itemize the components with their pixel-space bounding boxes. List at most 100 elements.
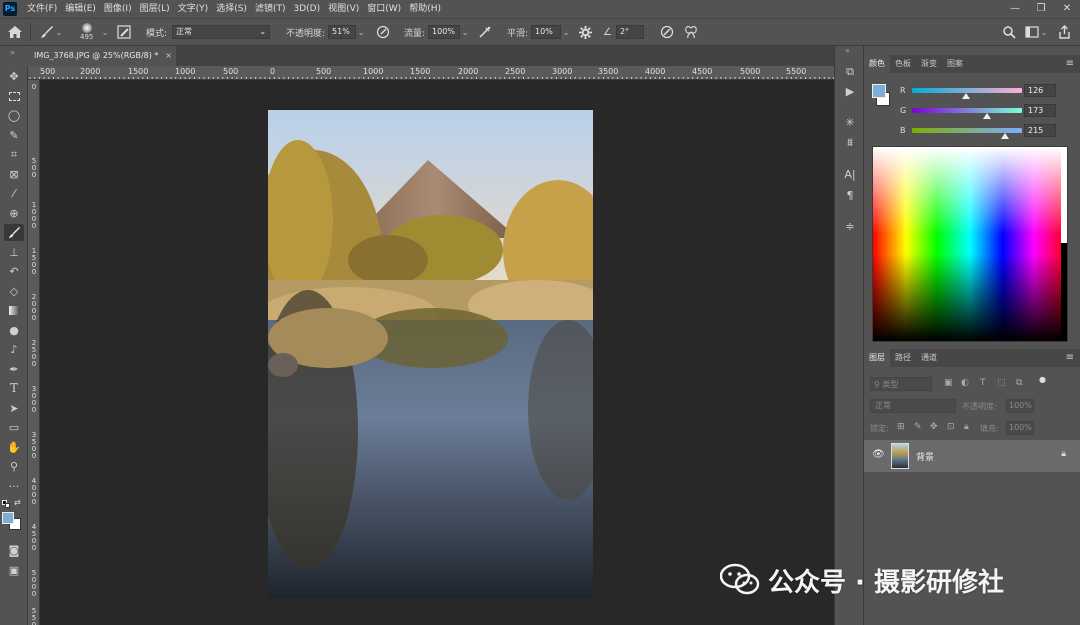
menu-type[interactable]: 文字(Y) [174,0,213,18]
menu-3d[interactable]: 3D(D) [289,0,324,18]
menu-view[interactable]: 视图(V) [324,0,363,18]
chevron-down-icon[interactable]: ⌄ [356,28,366,37]
share-button[interactable] [1058,19,1071,45]
chevron-down-icon[interactable]: ⌄ [460,28,470,37]
panel-menu-icon[interactable]: ≡ [1066,349,1074,367]
type-tool[interactable]: T [4,380,24,397]
tab-paths[interactable]: 路径 [890,349,916,367]
blue-slider-knob[interactable] [1000,133,1009,139]
menu-select[interactable]: 选择(S) [212,0,251,18]
fill-input[interactable]: 100% [1006,421,1034,435]
lock-transparency-icon[interactable]: ⊞ [897,422,905,432]
lock-all-icon[interactable]: 🔒︎ [964,422,969,432]
pressure-size-button[interactable] [660,19,674,45]
image-filter-icon[interactable]: ▣ [944,378,953,388]
type-filter-icon[interactable]: T [980,378,986,388]
clone-stamp-tool[interactable]: ⊥ [4,244,24,261]
menu-layer[interactable]: 图层(L) [136,0,174,18]
artboard-lock-icon[interactable]: ⊡ [947,422,955,432]
chevron-down-icon[interactable]: ⌄ [561,28,571,37]
layer-name[interactable]: 背景 [916,450,934,463]
blue-value-input[interactable]: 215 [1024,124,1056,137]
eyedropper-tool[interactable]: ⁄ [4,185,24,202]
menu-help[interactable]: 帮助(H) [405,0,445,18]
move-tool[interactable]: ✥ [4,68,24,85]
paragraph-panel-button[interactable]: ¶ [840,187,860,205]
eye-icon[interactable]: 👁︎ [872,449,885,460]
mode-select[interactable]: 正常 ⌄ [172,25,271,39]
marquee-tool[interactable] [4,88,24,105]
chevron-down-icon[interactable]: ⌄ [100,28,110,37]
lock-pixels-icon[interactable]: ✎ [914,422,922,432]
history-brush-tool[interactable]: ↶ [4,263,24,280]
lasso-tool[interactable]: ◯ [4,107,24,124]
character-panel-button[interactable]: A| [840,166,860,184]
photo-image[interactable] [268,110,593,598]
flow-input[interactable]: 100% [428,25,461,39]
minimize-button[interactable]: — [1002,0,1028,18]
collapse-arrow-icon[interactable]: « [845,46,850,55]
green-slider-knob[interactable] [982,113,991,119]
layer-filter-select[interactable]: ⚲ 类型 [870,377,932,391]
history-panel-button[interactable]: ⧉ [840,63,860,81]
crop-tool[interactable]: ⌗ [4,146,24,163]
gradient-tool[interactable] [4,302,24,319]
close-tab-icon[interactable]: × [165,46,172,66]
opacity-input[interactable]: 51% [328,25,357,39]
eraser-tool[interactable]: ◇ [4,283,24,300]
tab-swatches[interactable]: 色板 [890,55,916,73]
symmetry-button[interactable] [684,19,698,45]
filter-toggle-icon[interactable]: ● [1039,375,1046,384]
menu-file[interactable]: 文件(F) [23,0,61,18]
path-selection-tool[interactable]: ➤ [4,400,24,417]
screen-mode-button[interactable]: ▣ [4,562,24,579]
pen-tool[interactable]: ✒ [4,361,24,378]
edit-toolbar-button[interactable]: ··· [4,478,24,495]
layer-opacity-input[interactable]: 100% [1006,399,1034,413]
black-swatch[interactable] [1061,243,1067,341]
green-slider[interactable] [912,108,1022,113]
red-slider-knob[interactable] [962,93,971,99]
brush-tool[interactable] [4,224,24,241]
blur-tool[interactable]: ● [4,322,24,339]
panel-foreground-swatch[interactable] [872,84,886,98]
green-value-input[interactable]: 173 [1024,104,1056,117]
home-button[interactable] [8,19,22,45]
layer-row[interactable]: 👁︎ 背景 🔒︎ [864,440,1080,472]
menu-edit[interactable]: 编辑(E) [61,0,100,18]
panel-menu-icon[interactable]: ≡ [1066,55,1074,73]
pressure-opacity-button[interactable] [376,19,390,45]
color-spectrum[interactable] [872,146,1068,342]
search-button[interactable] [1003,19,1016,45]
brush-settings-toggle[interactable] [117,19,131,45]
quick-mask-button[interactable]: ◙ [4,542,24,559]
brush-tool-preset[interactable]: ⌄ [40,19,64,45]
brushes-panel-button[interactable]: ⩩ [840,134,860,152]
tab-patterns[interactable]: 图案 [942,55,968,73]
shape-tool[interactable]: ▭ [4,419,24,436]
close-window-button[interactable]: ✕ [1054,0,1080,18]
blend-mode-select[interactable]: 正常 [870,399,956,413]
foreground-color-swatch[interactable] [2,512,14,524]
brush-size-picker[interactable]: 495 [80,19,93,45]
menu-image[interactable]: 图像(I) [100,0,136,18]
default-colors-icon[interactable] [2,500,10,508]
tab-color[interactable]: 颜色 [864,55,890,73]
smoothing-input[interactable]: 10% [531,25,562,39]
menu-filter[interactable]: 滤镜(T) [251,0,290,18]
red-value-input[interactable]: 126 [1024,84,1056,97]
lock-position-icon[interactable]: ✥ [930,422,938,432]
adjustment-filter-icon[interactable]: ◐ [961,378,969,388]
smoothing-options-button[interactable] [579,19,592,45]
document-tab[interactable]: IMG_3768.JPG @ 25%(RGB/8) * × [28,46,176,66]
dodge-tool[interactable]: ♪ [4,341,24,358]
frame-tool[interactable]: ⊠ [4,166,24,183]
menu-window[interactable]: 窗口(W) [363,0,405,18]
airbrush-button[interactable] [478,19,492,45]
actions-panel-button[interactable]: ▶ [840,83,860,101]
tab-gradients[interactable]: 渐变 [916,55,942,73]
smart-object-filter-icon[interactable]: ⧉ [1016,378,1022,388]
angle-input[interactable]: 2° [615,25,644,39]
brush-settings-panel-button[interactable]: ✳ [840,114,860,132]
document-canvas[interactable] [40,80,834,625]
